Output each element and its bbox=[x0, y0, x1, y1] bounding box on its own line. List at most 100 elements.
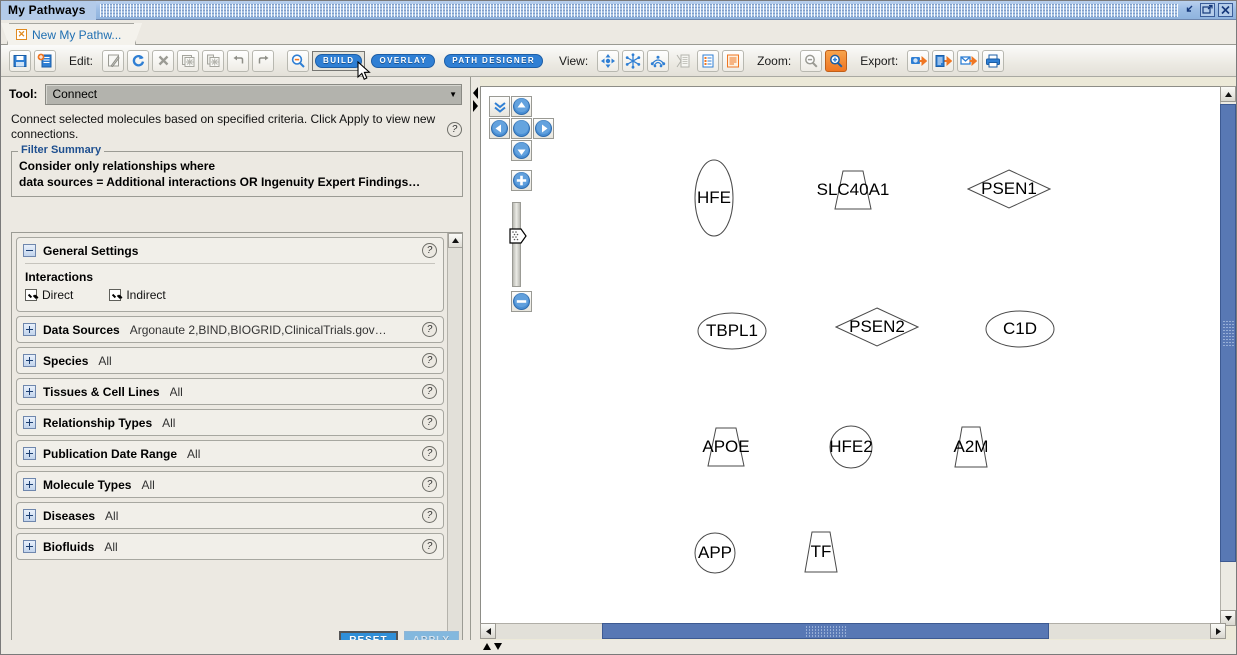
section-data-sources[interactable]: Data Sources Argonaute 2,BIND,BIOGRID,Cl… bbox=[16, 316, 444, 343]
zoom-out-button-icon[interactable] bbox=[800, 49, 823, 72]
canvas-scroll-up-icon[interactable] bbox=[1220, 86, 1236, 102]
copy-network-icon[interactable] bbox=[177, 49, 200, 72]
pan-right-icon[interactable] bbox=[533, 118, 554, 139]
layout-hierarchy-icon[interactable] bbox=[647, 49, 670, 72]
section-relationship-types[interactable]: Relationship Types All ? bbox=[16, 409, 444, 436]
pan-up-icon[interactable] bbox=[511, 96, 532, 117]
node-a2m[interactable]: A2M bbox=[951, 426, 991, 468]
node-c1d[interactable]: C1D bbox=[985, 310, 1055, 348]
restore-down-icon[interactable] bbox=[1182, 3, 1197, 17]
section-header[interactable]: Diseases All bbox=[17, 503, 443, 528]
canvas-scroll-right-icon[interactable] bbox=[1210, 623, 1226, 639]
edit-note-icon[interactable] bbox=[102, 49, 125, 72]
notes-icon[interactable] bbox=[722, 49, 745, 72]
save-as-icon[interactable] bbox=[34, 49, 56, 72]
tool-dropdown[interactable]: Connect ▼ bbox=[45, 83, 462, 105]
tab-new-my-pathway[interactable]: ✕ New My Pathw... bbox=[1, 23, 143, 45]
zoom-in-button-icon[interactable] bbox=[825, 49, 848, 72]
section-help-icon[interactable]: ? bbox=[422, 539, 437, 554]
node-app[interactable]: APP bbox=[694, 532, 736, 574]
checkbox-indirect[interactable]: Indirect bbox=[109, 288, 166, 302]
section-header[interactable]: Molecule Types All bbox=[17, 472, 443, 497]
node-hfe[interactable]: HFE bbox=[694, 159, 734, 237]
zoom-out-minus-icon[interactable] bbox=[511, 291, 532, 312]
export-email-icon[interactable] bbox=[957, 49, 980, 72]
section-help-icon[interactable]: ? bbox=[422, 415, 437, 430]
delete-icon[interactable] bbox=[152, 49, 175, 72]
scroll-up-arrow-icon[interactable] bbox=[448, 233, 462, 248]
paste-network-icon[interactable] bbox=[202, 49, 225, 72]
section-diseases[interactable]: Diseases All ? bbox=[16, 502, 444, 529]
panel-splitter[interactable] bbox=[471, 77, 480, 654]
checkbox-direct-box[interactable] bbox=[25, 289, 37, 301]
canvas-collapse-arrows-icon[interactable] bbox=[482, 642, 504, 654]
maximize-icon[interactable] bbox=[1200, 3, 1215, 17]
expand-plus-icon[interactable] bbox=[23, 323, 36, 336]
print-icon[interactable] bbox=[982, 49, 1005, 72]
expand-plus-icon[interactable] bbox=[23, 447, 36, 460]
export-image-icon[interactable] bbox=[907, 49, 930, 72]
section-header[interactable]: Species All bbox=[17, 348, 443, 373]
canvas-horizontal-scrollbar[interactable] bbox=[480, 623, 1226, 639]
expand-plus-icon[interactable] bbox=[23, 385, 36, 398]
expand-plus-icon[interactable] bbox=[23, 540, 36, 553]
node-psen2[interactable]: PSEN2 bbox=[835, 307, 919, 347]
pathway-canvas-surface[interactable]: HFE SLC40A1 PSEN1 TBPL1 PSEN2 C1D APOE H… bbox=[481, 87, 1225, 625]
expand-plus-icon[interactable] bbox=[23, 354, 36, 367]
redo-icon[interactable] bbox=[252, 49, 275, 72]
filter-panel-scrollbar[interactable] bbox=[447, 233, 462, 654]
section-tissues-cell-lines[interactable]: Tissues & Cell Lines All ? bbox=[16, 378, 444, 405]
overlay-button[interactable]: OVERLAY bbox=[368, 51, 438, 71]
node-tf[interactable]: TF bbox=[801, 531, 841, 573]
canvas-vertical-scroll-thumb[interactable] bbox=[1220, 104, 1236, 562]
zoom-in-plus-icon[interactable] bbox=[511, 170, 532, 191]
section-header[interactable]: Data Sources Argonaute 2,BIND,BIOGRID,Cl… bbox=[17, 317, 443, 342]
section-help-icon[interactable]: ? bbox=[422, 508, 437, 523]
section-header[interactable]: Relationship Types All bbox=[17, 410, 443, 435]
collapse-minus-icon[interactable] bbox=[23, 244, 36, 257]
section-publication-date-range[interactable]: Publication Date Range All ? bbox=[16, 440, 444, 467]
hide-legend-icon[interactable] bbox=[672, 50, 694, 72]
fit-to-window-icon[interactable] bbox=[597, 49, 620, 72]
node-tbpl1[interactable]: TBPL1 bbox=[697, 312, 767, 350]
checkbox-direct[interactable]: Direct bbox=[25, 288, 73, 302]
zoom-out-icon[interactable] bbox=[287, 49, 310, 72]
filter-panel-scroll-track[interactable] bbox=[448, 248, 462, 654]
canvas-scroll-left-icon[interactable] bbox=[480, 623, 496, 639]
canvas-vertical-scrollbar[interactable] bbox=[1220, 86, 1236, 626]
save-icon[interactable] bbox=[9, 49, 31, 72]
section-help-icon[interactable]: ? bbox=[422, 353, 437, 368]
section-header[interactable]: Biofluids All bbox=[17, 534, 443, 559]
section-header[interactable]: Publication Date Range All bbox=[17, 441, 443, 466]
pan-center-icon[interactable] bbox=[511, 118, 532, 139]
legend-list-icon[interactable] bbox=[697, 49, 720, 72]
tab-close-icon[interactable]: ✕ bbox=[16, 29, 27, 40]
section-header[interactable]: General Settings bbox=[17, 238, 443, 263]
splitter-collapse-arrows-icon[interactable] bbox=[472, 87, 479, 115]
section-help-icon[interactable]: ? bbox=[422, 322, 437, 337]
pathway-canvas[interactable]: HFE SLC40A1 PSEN1 TBPL1 PSEN2 C1D APOE H… bbox=[480, 86, 1226, 626]
close-icon[interactable] bbox=[1218, 3, 1233, 17]
collapse-chevrons-icon[interactable] bbox=[489, 96, 510, 117]
section-header[interactable]: Tissues & Cell Lines All bbox=[17, 379, 443, 404]
pan-left-icon[interactable] bbox=[489, 118, 510, 139]
node-apoe[interactable]: APOE bbox=[702, 427, 750, 467]
node-psen1[interactable]: PSEN1 bbox=[967, 169, 1051, 209]
expand-plus-icon[interactable] bbox=[23, 416, 36, 429]
node-hfe2[interactable]: HFE2 bbox=[829, 425, 873, 469]
undo-icon[interactable] bbox=[227, 49, 250, 72]
section-general-settings[interactable]: General Settings ? Interactions Direct I… bbox=[16, 237, 444, 312]
section-molecule-types[interactable]: Molecule Types All ? bbox=[16, 471, 444, 498]
section-help-icon[interactable]: ? bbox=[422, 384, 437, 399]
path-designer-button[interactable]: PATH DESIGNER bbox=[441, 51, 546, 71]
layout-snowflake-icon[interactable] bbox=[622, 49, 645, 72]
section-help-icon[interactable]: ? bbox=[422, 477, 437, 492]
section-help-icon[interactable]: ? bbox=[422, 243, 437, 258]
node-slc40a1[interactable]: SLC40A1 bbox=[817, 170, 889, 210]
checkbox-indirect-box[interactable] bbox=[109, 289, 122, 301]
export-document-icon[interactable] bbox=[932, 49, 955, 72]
expand-plus-icon[interactable] bbox=[23, 509, 36, 522]
section-biofluids[interactable]: Biofluids All ? bbox=[16, 533, 444, 560]
expand-plus-icon[interactable] bbox=[23, 478, 36, 491]
zoom-slider-thumb[interactable] bbox=[509, 227, 527, 250]
